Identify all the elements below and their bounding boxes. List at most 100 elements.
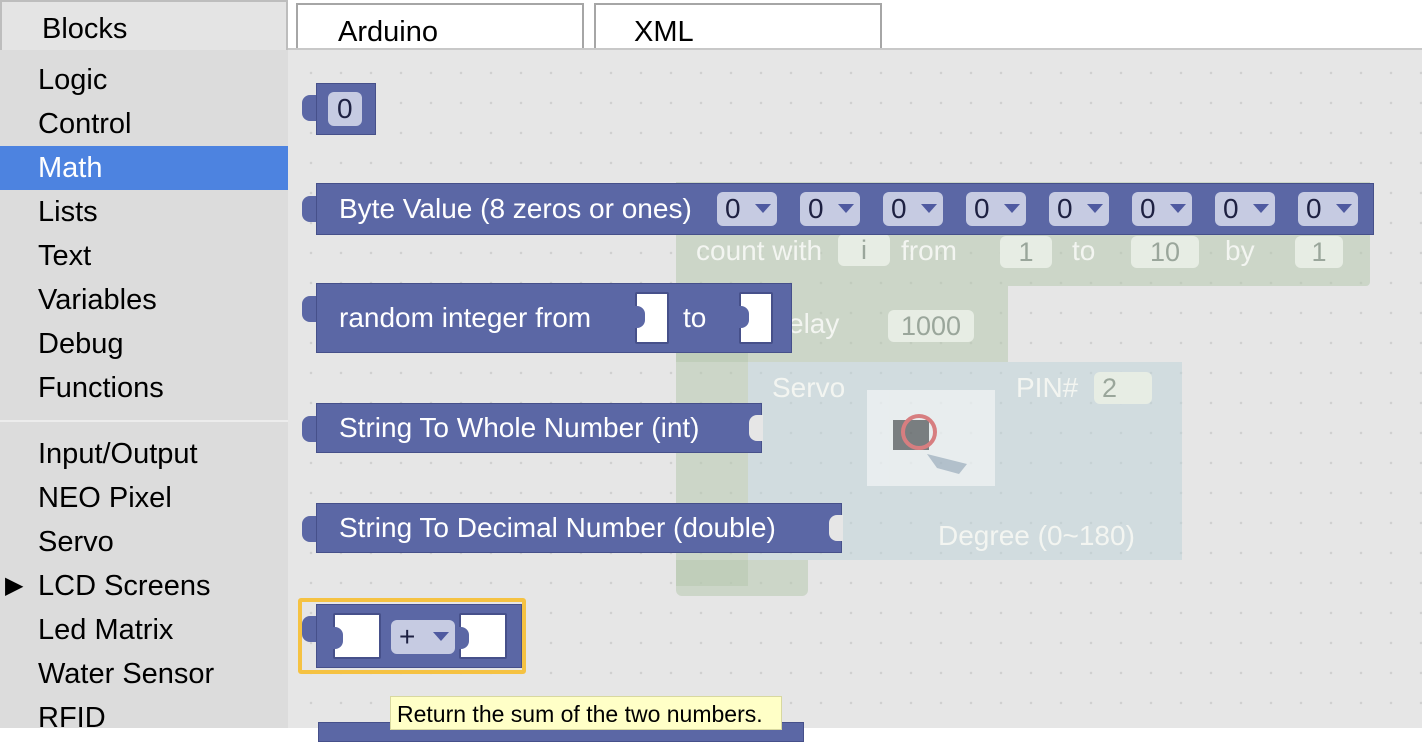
ghost-label-pin: PIN#: [1016, 372, 1079, 403]
category-label: NEO Pixel: [38, 482, 172, 514]
bit-dropdown-6[interactable]: 0: [1132, 192, 1192, 226]
category-logic[interactable]: Logic: [0, 58, 288, 102]
bit-value: 0: [974, 193, 990, 224]
bit-dropdown-3[interactable]: 0: [883, 192, 943, 226]
category-label: Water Sensor: [38, 658, 215, 690]
ghost-label-from: from: [901, 235, 957, 266]
category-label: Text: [38, 240, 92, 272]
bit-dropdown-2[interactable]: 0: [800, 192, 860, 226]
category-servo[interactable]: Servo: [0, 520, 288, 564]
bit-dropdown-7[interactable]: 0: [1215, 192, 1275, 226]
tab-bar: Blocks Arduino XML: [0, 0, 1422, 50]
string-to-double-block[interactable]: String To Decimal Number (double): [316, 503, 843, 553]
output-connector: [302, 516, 316, 542]
tab-arduino[interactable]: Arduino: [296, 3, 584, 50]
category-led-matrix[interactable]: Led Matrix: [0, 608, 288, 652]
bit-value: 0: [725, 193, 741, 224]
bit-value: 0: [1140, 193, 1156, 224]
category-input-output[interactable]: Input/Output: [0, 432, 288, 476]
ghost-var-field: i: [838, 234, 890, 266]
category-label: RFID: [38, 702, 106, 734]
bit-dropdown-1[interactable]: 0: [717, 192, 777, 226]
toolbox-separator: [0, 420, 288, 422]
dropdown-arrow-icon: [1170, 204, 1186, 213]
category-label: Variables: [38, 284, 157, 316]
input-notch: [739, 306, 749, 328]
operator-dropdown[interactable]: +: [391, 620, 455, 654]
dropdown-arrow-icon: [838, 204, 854, 213]
ghost-label-servo: Servo: [772, 372, 846, 403]
arithmetic-block[interactable]: +: [316, 604, 522, 668]
category-control[interactable]: Control: [0, 102, 288, 146]
category-math[interactable]: Math: [0, 146, 288, 190]
category-lcd-screens[interactable]: ▶ LCD Screens: [0, 564, 288, 608]
category-debug[interactable]: Debug: [0, 322, 288, 366]
input-notch: [333, 627, 343, 649]
number-field[interactable]: 0: [328, 92, 362, 126]
string-to-int-block[interactable]: String To Whole Number (int): [316, 403, 763, 453]
category-label: Logic: [38, 64, 108, 96]
ghost-pin-value: 2: [1102, 373, 1118, 403]
dropdown-arrow-icon: [1336, 204, 1352, 213]
dropdown-arrow-icon: [433, 632, 449, 641]
output-connector: [302, 95, 316, 121]
number-block[interactable]: 0: [316, 83, 376, 135]
category-label: LCD Screens: [38, 570, 211, 602]
category-water-sensor[interactable]: Water Sensor: [0, 652, 288, 696]
category-text[interactable]: Text: [0, 234, 288, 278]
bit-value: 0: [808, 193, 824, 224]
bit-value: 0: [1306, 193, 1322, 224]
output-connector: [302, 296, 316, 322]
category-rfid[interactable]: RFID: [0, 696, 288, 740]
output-connector: [302, 416, 316, 442]
byte-value-label: Byte Value (8 zeros or ones): [339, 193, 692, 224]
expand-arrow-icon[interactable]: ▶: [5, 564, 23, 608]
servo-motor-icon: [893, 414, 967, 474]
input-notch: [459, 627, 469, 649]
random-integer-block[interactable]: random integer from to: [316, 283, 792, 353]
category-label: Servo: [38, 526, 114, 558]
tab-blocks[interactable]: Blocks: [0, 0, 288, 50]
bit-value: 0: [1223, 193, 1239, 224]
category-label: Functions: [38, 372, 164, 404]
category-neo-pixel[interactable]: NEO Pixel: [0, 476, 288, 520]
category-label: Control: [38, 108, 132, 140]
bit-value: 0: [891, 193, 907, 224]
servo-image: [867, 390, 995, 486]
random-to-input[interactable]: [739, 292, 773, 344]
dropdown-arrow-icon: [921, 204, 937, 213]
ghost-pin-dropdown: 2: [1094, 372, 1152, 404]
toolbox: Logic Control Math Lists Text Variables …: [0, 50, 288, 734]
output-connector: [302, 616, 316, 642]
category-label: Led Matrix: [38, 614, 174, 646]
category-variables[interactable]: Variables: [0, 278, 288, 322]
category-functions[interactable]: Functions: [0, 366, 288, 410]
left-operand-input[interactable]: [333, 613, 381, 659]
dropdown-arrow-icon: [1004, 204, 1020, 213]
bit-value: 0: [1057, 193, 1073, 224]
right-operand-input[interactable]: [459, 613, 507, 659]
bit-dropdown-4[interactable]: 0: [966, 192, 1026, 226]
string-to-int-label: String To Whole Number (int): [339, 412, 700, 443]
category-label: Math: [38, 152, 103, 184]
ghost-label-count-with: count with: [696, 235, 823, 266]
category-label: Input/Output: [38, 438, 198, 470]
string-to-double-label: String To Decimal Number (double): [339, 512, 776, 543]
operator-value: +: [399, 621, 416, 652]
bit-dropdown-5[interactable]: 0: [1049, 192, 1109, 226]
random-from-input[interactable]: [635, 292, 669, 344]
dropdown-arrow-icon: [1253, 204, 1269, 213]
ghost-to-value: 10: [1131, 236, 1199, 268]
tab-xml[interactable]: XML: [594, 3, 882, 50]
category-lists[interactable]: Lists: [0, 190, 288, 234]
dropdown-arrow-icon: [1087, 204, 1103, 213]
random-to-label: to: [683, 302, 707, 333]
input-notch: [635, 306, 645, 328]
byte-value-block[interactable]: Byte Value (8 zeros or ones) 0 0 0 0 0 0…: [316, 183, 1374, 235]
ghost-label-by: by: [1225, 235, 1255, 266]
bit-dropdown-8[interactable]: 0: [1298, 192, 1358, 226]
workspace[interactable]: count with i from 1 to 10 by 1 elay 1000…: [288, 50, 1422, 742]
ghost-label-to: to: [1072, 235, 1096, 266]
output-connector: [302, 196, 316, 222]
input-socket: [749, 415, 763, 441]
